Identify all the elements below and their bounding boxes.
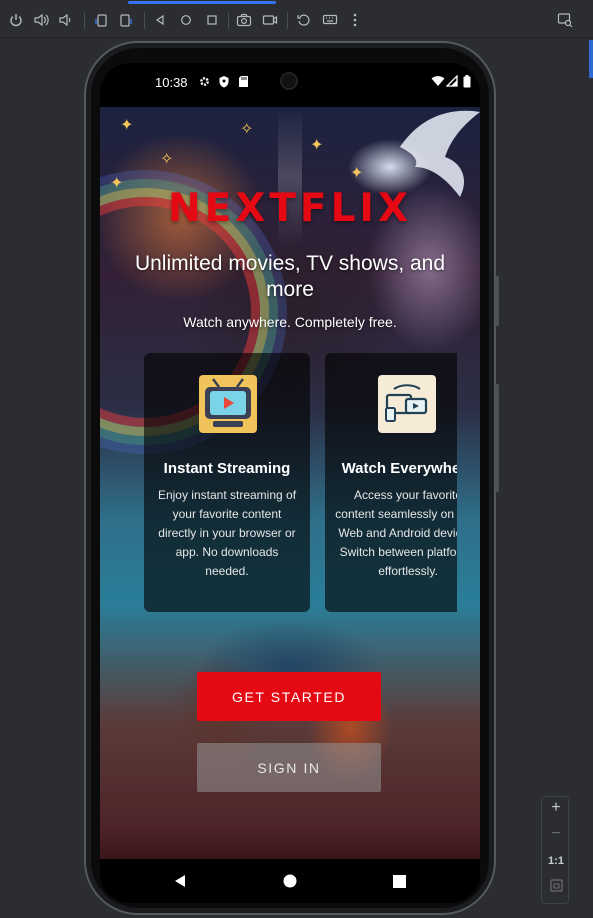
zoom-fit-icon[interactable] bbox=[542, 879, 570, 897]
hero-headline: Unlimited movies, TV shows, and more bbox=[134, 252, 446, 301]
streaming-tv-icon bbox=[199, 375, 257, 433]
star-icon: ✦ bbox=[350, 165, 364, 182]
get-started-button[interactable]: GET STARTED bbox=[197, 672, 381, 721]
star-icon: ✦ bbox=[310, 137, 324, 154]
overview-icon[interactable] bbox=[203, 11, 221, 29]
nav-home-icon[interactable] bbox=[278, 869, 302, 893]
back-icon[interactable] bbox=[151, 11, 169, 29]
toolbar-divider bbox=[144, 12, 145, 29]
front-camera bbox=[280, 72, 298, 90]
more-icon[interactable] bbox=[346, 11, 364, 29]
device-screen: 10:38 ✦ ✧ ✦ ✧ ✦ ✦ NEXTFLIX Unlimited mov… bbox=[100, 63, 480, 903]
zoom-in-button[interactable]: + bbox=[542, 799, 570, 817]
nav-overview-icon[interactable] bbox=[387, 869, 411, 893]
star-icon: ✦ bbox=[120, 117, 134, 134]
volume-down-icon[interactable] bbox=[56, 11, 74, 29]
toolbar-divider bbox=[287, 12, 288, 29]
loading-progress-bar bbox=[128, 1, 276, 4]
rotate-right-icon[interactable] bbox=[117, 11, 135, 29]
feature-title: Instant Streaming bbox=[163, 460, 291, 477]
feature-title: Watch Everywhere bbox=[341, 460, 457, 477]
star-icon: ✧ bbox=[240, 121, 254, 138]
rotate-left-icon[interactable] bbox=[92, 11, 110, 29]
hero-subtitle: Watch anywhere. Completely free. bbox=[183, 314, 397, 330]
feature-description: Enjoy instant streaming of your favorite… bbox=[157, 488, 297, 578]
side-panel-indicator bbox=[589, 40, 593, 78]
system-navigation-bar bbox=[100, 859, 480, 903]
shield-icon bbox=[218, 75, 230, 91]
sd-card-icon bbox=[238, 75, 249, 91]
status-bar: 10:38 bbox=[100, 63, 480, 107]
status-time: 10:38 bbox=[155, 75, 188, 90]
zoom-controls: + − 1:1 bbox=[541, 796, 569, 904]
screenrecord-icon[interactable] bbox=[261, 11, 279, 29]
volume-key[interactable] bbox=[495, 276, 499, 326]
wifi-icon bbox=[431, 75, 445, 90]
power-icon[interactable] bbox=[7, 11, 25, 29]
restore-icon[interactable] bbox=[295, 11, 313, 29]
zoom-out-button[interactable]: − bbox=[542, 825, 570, 843]
device-manager-icon[interactable] bbox=[556, 11, 574, 29]
keyboard-icon[interactable] bbox=[321, 11, 339, 29]
star-icon: ✧ bbox=[160, 151, 174, 168]
signal-icon bbox=[445, 74, 458, 90]
emulator-toolbar bbox=[0, 0, 593, 38]
feature-card[interactable]: Watch Everywhere Access your favorite co… bbox=[325, 353, 457, 612]
feature-card[interactable]: Instant Streaming Enjoy instant streamin… bbox=[144, 353, 310, 612]
multi-device-icon bbox=[378, 375, 436, 433]
toolbar-divider bbox=[84, 12, 85, 29]
volume-up-icon[interactable] bbox=[32, 11, 50, 29]
gear-icon bbox=[198, 75, 211, 91]
nav-back-icon[interactable] bbox=[168, 869, 192, 893]
toolbar-divider bbox=[228, 12, 229, 29]
feature-carousel[interactable]: Instant Streaming Enjoy instant streamin… bbox=[144, 353, 457, 613]
battery-icon bbox=[463, 75, 471, 91]
brand-logo: NEXTFLIX bbox=[167, 186, 413, 231]
sign-in-button[interactable]: SIGN IN bbox=[197, 743, 381, 792]
camera-icon[interactable] bbox=[235, 11, 253, 29]
power-key[interactable] bbox=[495, 384, 499, 492]
feature-description: Access your favorite content seamlessly … bbox=[335, 488, 457, 578]
home-icon[interactable] bbox=[177, 11, 195, 29]
zoom-actual-size-button[interactable]: 1:1 bbox=[542, 855, 570, 867]
